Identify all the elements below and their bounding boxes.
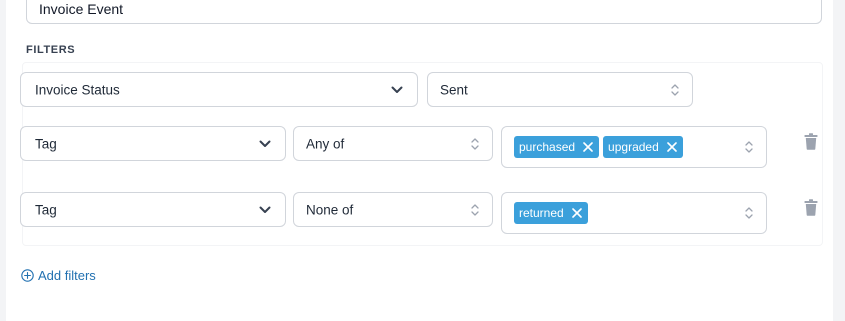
event-name-value: Invoice Event — [39, 1, 124, 17]
tag-chip-label: returned — [519, 206, 564, 220]
updown-icon — [745, 141, 753, 153]
plus-circle-icon — [21, 269, 34, 282]
filter-2-operator-select[interactable]: Any of — [293, 126, 493, 161]
filter-3-tags-select[interactable]: returned — [501, 192, 767, 234]
filter-3-field-value: Tag — [35, 202, 57, 217]
filter-2-tags-select[interactable]: purchased upgraded — [501, 126, 767, 168]
filter-3-operator: None of — [306, 202, 354, 217]
event-name-field[interactable]: Invoice Event — [26, 0, 822, 24]
tag-chip: upgraded — [603, 136, 683, 158]
tag-chip-label: upgraded — [608, 140, 659, 154]
chevron-down-icon — [391, 86, 403, 93]
chevron-down-icon — [259, 206, 271, 213]
close-icon[interactable] — [583, 142, 593, 152]
panel: Invoice Event FILTERS Invoice Status Sen… — [6, 0, 833, 321]
filter-1-field-value: Invoice Status — [35, 82, 120, 97]
filter-2-field-value: Tag — [35, 136, 57, 151]
filter-2-field-select[interactable]: Tag — [20, 126, 286, 161]
tag-chip-label: purchased — [519, 140, 576, 154]
filter-3-chips: returned — [514, 202, 588, 224]
updown-icon — [471, 203, 479, 216]
updown-icon — [745, 207, 753, 219]
close-icon[interactable] — [571, 208, 582, 218]
filter-3-operator-select[interactable]: None of — [293, 192, 493, 227]
filter-1-value-select[interactable]: Sent — [427, 72, 693, 107]
trash-icon[interactable] — [804, 133, 818, 150]
filter-1-field-select[interactable]: Invoice Status — [20, 72, 418, 107]
filter-2-operator: Any of — [306, 136, 345, 151]
tag-chip: returned — [514, 202, 588, 224]
add-filters-button[interactable]: Add filters — [21, 268, 96, 283]
add-filters-label: Add filters — [38, 268, 96, 283]
chevron-down-icon — [259, 140, 271, 147]
filter-1-value: Sent — [440, 82, 468, 97]
tag-chip: purchased — [514, 136, 600, 158]
filter-3-field-select[interactable]: Tag — [20, 192, 286, 227]
updown-icon — [471, 137, 479, 150]
filters-heading: FILTERS — [26, 44, 76, 56]
trash-icon[interactable] — [804, 199, 818, 216]
close-icon[interactable] — [666, 142, 677, 152]
filter-2-chips: purchased upgraded — [514, 136, 683, 158]
updown-icon — [671, 83, 679, 96]
